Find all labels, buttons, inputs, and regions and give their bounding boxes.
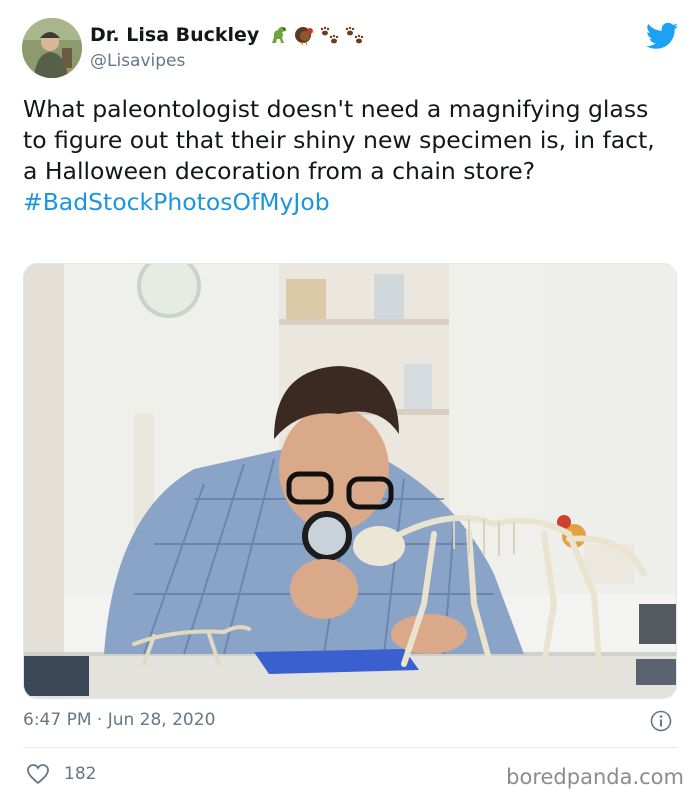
user-handle[interactable]: @Lisavipes bbox=[90, 51, 366, 71]
divider bbox=[23, 747, 677, 748]
heart-icon[interactable] bbox=[26, 763, 50, 785]
avatar[interactable] bbox=[22, 18, 82, 78]
tweet-body: What paleontologist doesn't need a magni… bbox=[23, 95, 655, 185]
watermark: boredpanda.com bbox=[506, 765, 684, 789]
tweet-text: What paleontologist doesn't need a magni… bbox=[23, 94, 673, 218]
like-action[interactable]: 182 bbox=[26, 763, 96, 785]
display-name[interactable]: Dr. Lisa Buckley bbox=[90, 24, 366, 46]
paw-prints-icon bbox=[346, 26, 364, 44]
tweet-header: Dr. Lisa Buckley @Lisavipes bbox=[22, 18, 682, 78]
name-emojis bbox=[269, 25, 366, 45]
turkey-icon bbox=[295, 27, 316, 45]
info-icon[interactable] bbox=[650, 710, 672, 732]
dinosaur-icon bbox=[272, 26, 287, 43]
tweet-timestamp[interactable]: 6:47 PM · Jun 28, 2020 bbox=[23, 710, 215, 730]
tweet-photo[interactable] bbox=[23, 263, 677, 699]
paw-prints-icon bbox=[321, 26, 339, 44]
like-count: 182 bbox=[64, 764, 97, 784]
hashtag-link[interactable]: #BadStockPhotosOfMyJob bbox=[23, 187, 673, 218]
twitter-bird-icon[interactable] bbox=[646, 22, 678, 50]
stock-photo-image bbox=[24, 264, 676, 698]
